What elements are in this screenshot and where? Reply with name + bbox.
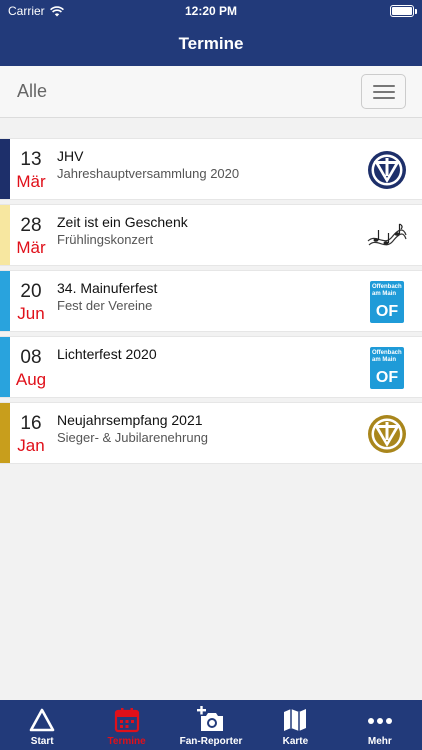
- event-subtitle: Sieger- & Jubilarenehrung: [57, 430, 209, 445]
- event-title: Neujahrsempfang 2021: [57, 412, 203, 428]
- event-accent-bar: [0, 271, 10, 331]
- tab-bar: Start Termine Fan-Reporter Karte Mehr: [0, 700, 422, 750]
- event-title: Zeit ist ein Geschenk: [57, 214, 188, 230]
- logo-big-text: OF: [375, 303, 399, 320]
- music-notes-icon: [367, 223, 407, 246]
- battery-icon: [390, 5, 417, 17]
- hamburger-icon-line: [373, 97, 395, 99]
- status-bar: Carrier 12:20 PM: [0, 0, 422, 22]
- event-accent-bar: [0, 403, 10, 463]
- club-emblem-icon: [368, 415, 406, 453]
- offenbach-logo-icon: Offenbach am Main OF: [366, 281, 408, 323]
- tab-label: Fan-Reporter: [179, 736, 243, 747]
- tab-fan-reporter[interactable]: Fan-Reporter: [169, 700, 253, 750]
- event-day: 20: [20, 281, 42, 302]
- tab-label: Mehr: [367, 736, 392, 747]
- tab-mehr[interactable]: Mehr: [338, 700, 422, 750]
- hamburger-icon-line: [373, 91, 395, 93]
- event-month: Jan: [17, 436, 45, 455]
- calendar-icon: [114, 708, 139, 733]
- event-row[interactable]: 20 Jun 34. Mainuferfest Fest der Vereine…: [0, 270, 422, 332]
- club-emblem-icon: [368, 151, 406, 189]
- more-icon: [367, 718, 392, 724]
- event-subtitle: Jahreshauptversammlung 2020: [57, 166, 240, 181]
- camera-add-icon: [197, 706, 224, 731]
- tab-label: Start: [30, 736, 54, 747]
- tab-termine[interactable]: Termine: [84, 700, 168, 750]
- event-row[interactable]: 28 Mär Zeit ist ein Geschenk Frühlingsko…: [0, 204, 422, 266]
- nav-bar: Termine: [0, 22, 422, 66]
- page-title: Termine: [178, 34, 244, 53]
- tab-start[interactable]: Start: [0, 700, 84, 750]
- event-day: 13: [20, 149, 42, 170]
- event-title: 34. Mainuferfest: [57, 280, 158, 296]
- event-subtitle: Frühlingskonzert: [57, 232, 154, 247]
- tab-label: Karte: [282, 736, 309, 747]
- event-subtitle: Fest der Vereine: [57, 298, 153, 313]
- event-accent-bar: [0, 139, 10, 199]
- filter-bar: Alle: [0, 66, 422, 118]
- event-row[interactable]: 13 Mär JHV Jahreshauptversammlung 2020: [0, 138, 422, 200]
- event-title: Lichterfest 2020: [57, 346, 157, 362]
- event-list: 13 Mär JHV Jahreshauptversammlung 2020 2…: [0, 138, 422, 468]
- event-month: Aug: [15, 370, 47, 389]
- triangle-icon: [29, 708, 55, 732]
- hamburger-icon: [373, 85, 395, 87]
- event-accent-bar: [0, 205, 10, 265]
- filter-menu-button[interactable]: [361, 74, 406, 109]
- logo-big-text: OF: [375, 369, 399, 386]
- offenbach-logo-icon: Offenbach am Main OF: [366, 347, 408, 389]
- filter-label: Alle: [17, 81, 48, 101]
- event-accent-bar: [0, 337, 10, 397]
- event-day: 16: [20, 413, 42, 434]
- tab-label: Termine: [107, 736, 146, 747]
- event-month: Mär: [16, 238, 46, 257]
- event-day: 08: [20, 347, 42, 368]
- event-row[interactable]: 08 Aug Lichterfest 2020 Offenbach am Mai…: [0, 336, 422, 398]
- event-day: 28: [20, 215, 42, 236]
- event-row[interactable]: 16 Jan Neujahrsempfang 2021 Sieger- & Ju…: [0, 402, 422, 464]
- logo-small-text: Offenbach am Main: [372, 350, 402, 363]
- status-time: 12:20 PM: [184, 4, 238, 18]
- event-month: Jun: [17, 304, 45, 323]
- event-title: JHV: [57, 148, 84, 164]
- tab-karte[interactable]: Karte: [253, 700, 337, 750]
- event-month: Mär: [16, 172, 46, 191]
- map-icon: [284, 709, 307, 731]
- logo-small-text: Offenbach am Main: [372, 284, 402, 297]
